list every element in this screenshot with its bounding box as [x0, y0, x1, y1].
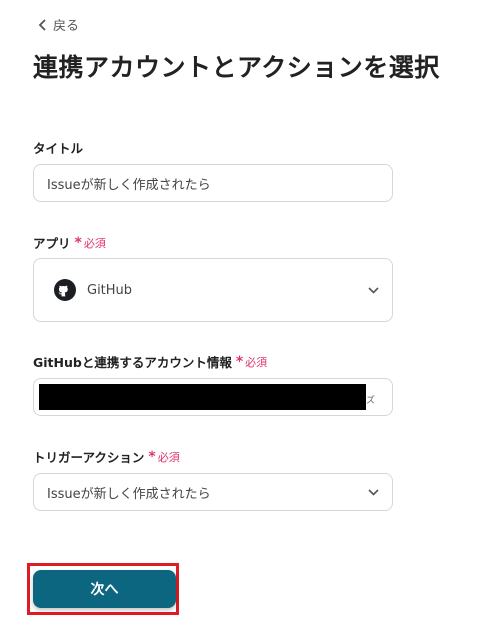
- trigger-field-label: トリガーアクション * 必須: [33, 447, 180, 466]
- trigger-select-value: Issueが新しく作成されたら: [47, 486, 211, 502]
- back-link[interactable]: 戻る: [38, 15, 79, 34]
- required-badge: * 必須: [74, 234, 106, 251]
- app-field-label: アプリ * 必須: [33, 233, 106, 252]
- page-title: 連携アカウントとアクションを選択: [33, 53, 440, 82]
- required-badge: * 必須: [148, 448, 180, 465]
- app-label-text: アプリ: [33, 236, 71, 251]
- title-input-value: Issueが新しく作成されたら: [47, 177, 211, 193]
- trigger-label-text: トリガーアクション: [33, 450, 145, 465]
- next-button[interactable]: 次へ: [33, 570, 176, 608]
- account-tail-text: ズ: [366, 396, 376, 406]
- back-label: 戻る: [53, 19, 80, 34]
- app-select[interactable]: GitHub: [33, 258, 393, 322]
- app-select-value: GitHub: [87, 282, 133, 298]
- account-field-label: GitHubと連携するアカウント情報 * 必須: [33, 352, 267, 371]
- trigger-select[interactable]: Issueが新しく作成されたら: [33, 473, 393, 511]
- chevron-down-icon: [368, 286, 379, 294]
- account-label-text: GitHubと連携するアカウント情報: [33, 355, 232, 370]
- title-input[interactable]: Issueが新しく作成されたら: [33, 164, 393, 202]
- title-field-label: タイトル: [33, 138, 83, 157]
- required-badge: * 必須: [235, 353, 268, 370]
- account-select[interactable]: ズ: [33, 378, 393, 416]
- redacted-block: [39, 384, 366, 410]
- github-icon: [54, 279, 76, 301]
- title-label-text: タイトル: [33, 141, 84, 156]
- chevron-left-icon: [38, 18, 46, 31]
- chevron-down-icon: [368, 488, 379, 496]
